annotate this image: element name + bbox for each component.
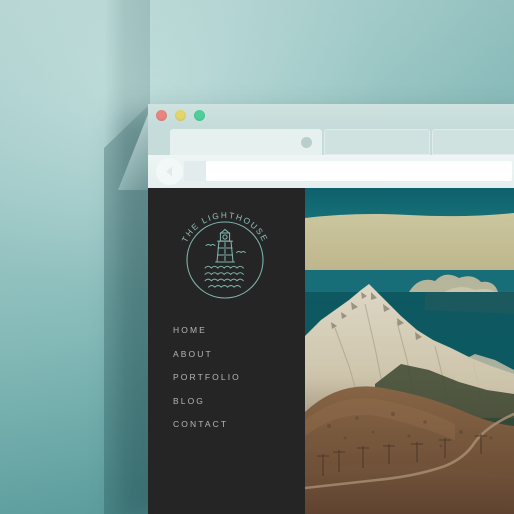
lighthouse-emblem — [204, 228, 246, 288]
browser-toolbar — [148, 155, 514, 188]
site-navigation: HOME ABOUT PORTFOLIO BLOG CONTACT — [173, 326, 241, 444]
minimize-window-button[interactable] — [175, 110, 186, 121]
lighthouse-logo[interactable]: THE LIGHTHOUSE — [170, 205, 280, 315]
browser-titlebar — [148, 104, 514, 127]
address-bar[interactable] — [206, 161, 512, 181]
nav-item-portfolio[interactable]: PORTFOLIO — [173, 373, 241, 382]
browser-window: THE LIGHTHOUSE HOME ABOUT PORTFOLIO BLOG… — [148, 104, 514, 514]
nav-item-contact[interactable]: CONTACT — [173, 420, 241, 429]
browser-tab-active[interactable] — [170, 129, 322, 155]
maximize-window-button[interactable] — [194, 110, 205, 121]
nav-item-home[interactable]: HOME — [173, 326, 241, 335]
nav-item-blog[interactable]: BLOG — [173, 396, 241, 406]
nav-item-about[interactable]: ABOUT — [173, 349, 241, 359]
page-viewport: THE LIGHTHOUSE HOME ABOUT PORTFOLIO BLOG… — [148, 188, 514, 514]
site-sidebar: THE LIGHTHOUSE HOME ABOUT PORTFOLIO BLOG… — [148, 188, 305, 514]
tab-close-icon[interactable] — [301, 137, 312, 148]
hero-photo — [305, 188, 514, 514]
photo-color-grade — [305, 188, 514, 514]
screenshot-stage: THE LIGHTHOUSE HOME ABOUT PORTFOLIO BLOG… — [0, 0, 514, 514]
close-window-button[interactable] — [156, 110, 167, 121]
browser-tab-3[interactable] — [432, 129, 514, 155]
browser-tab-2[interactable] — [324, 129, 430, 155]
browser-tab-strip — [148, 127, 514, 155]
traffic-lights — [156, 110, 205, 121]
back-arrow-icon[interactable] — [156, 158, 183, 185]
